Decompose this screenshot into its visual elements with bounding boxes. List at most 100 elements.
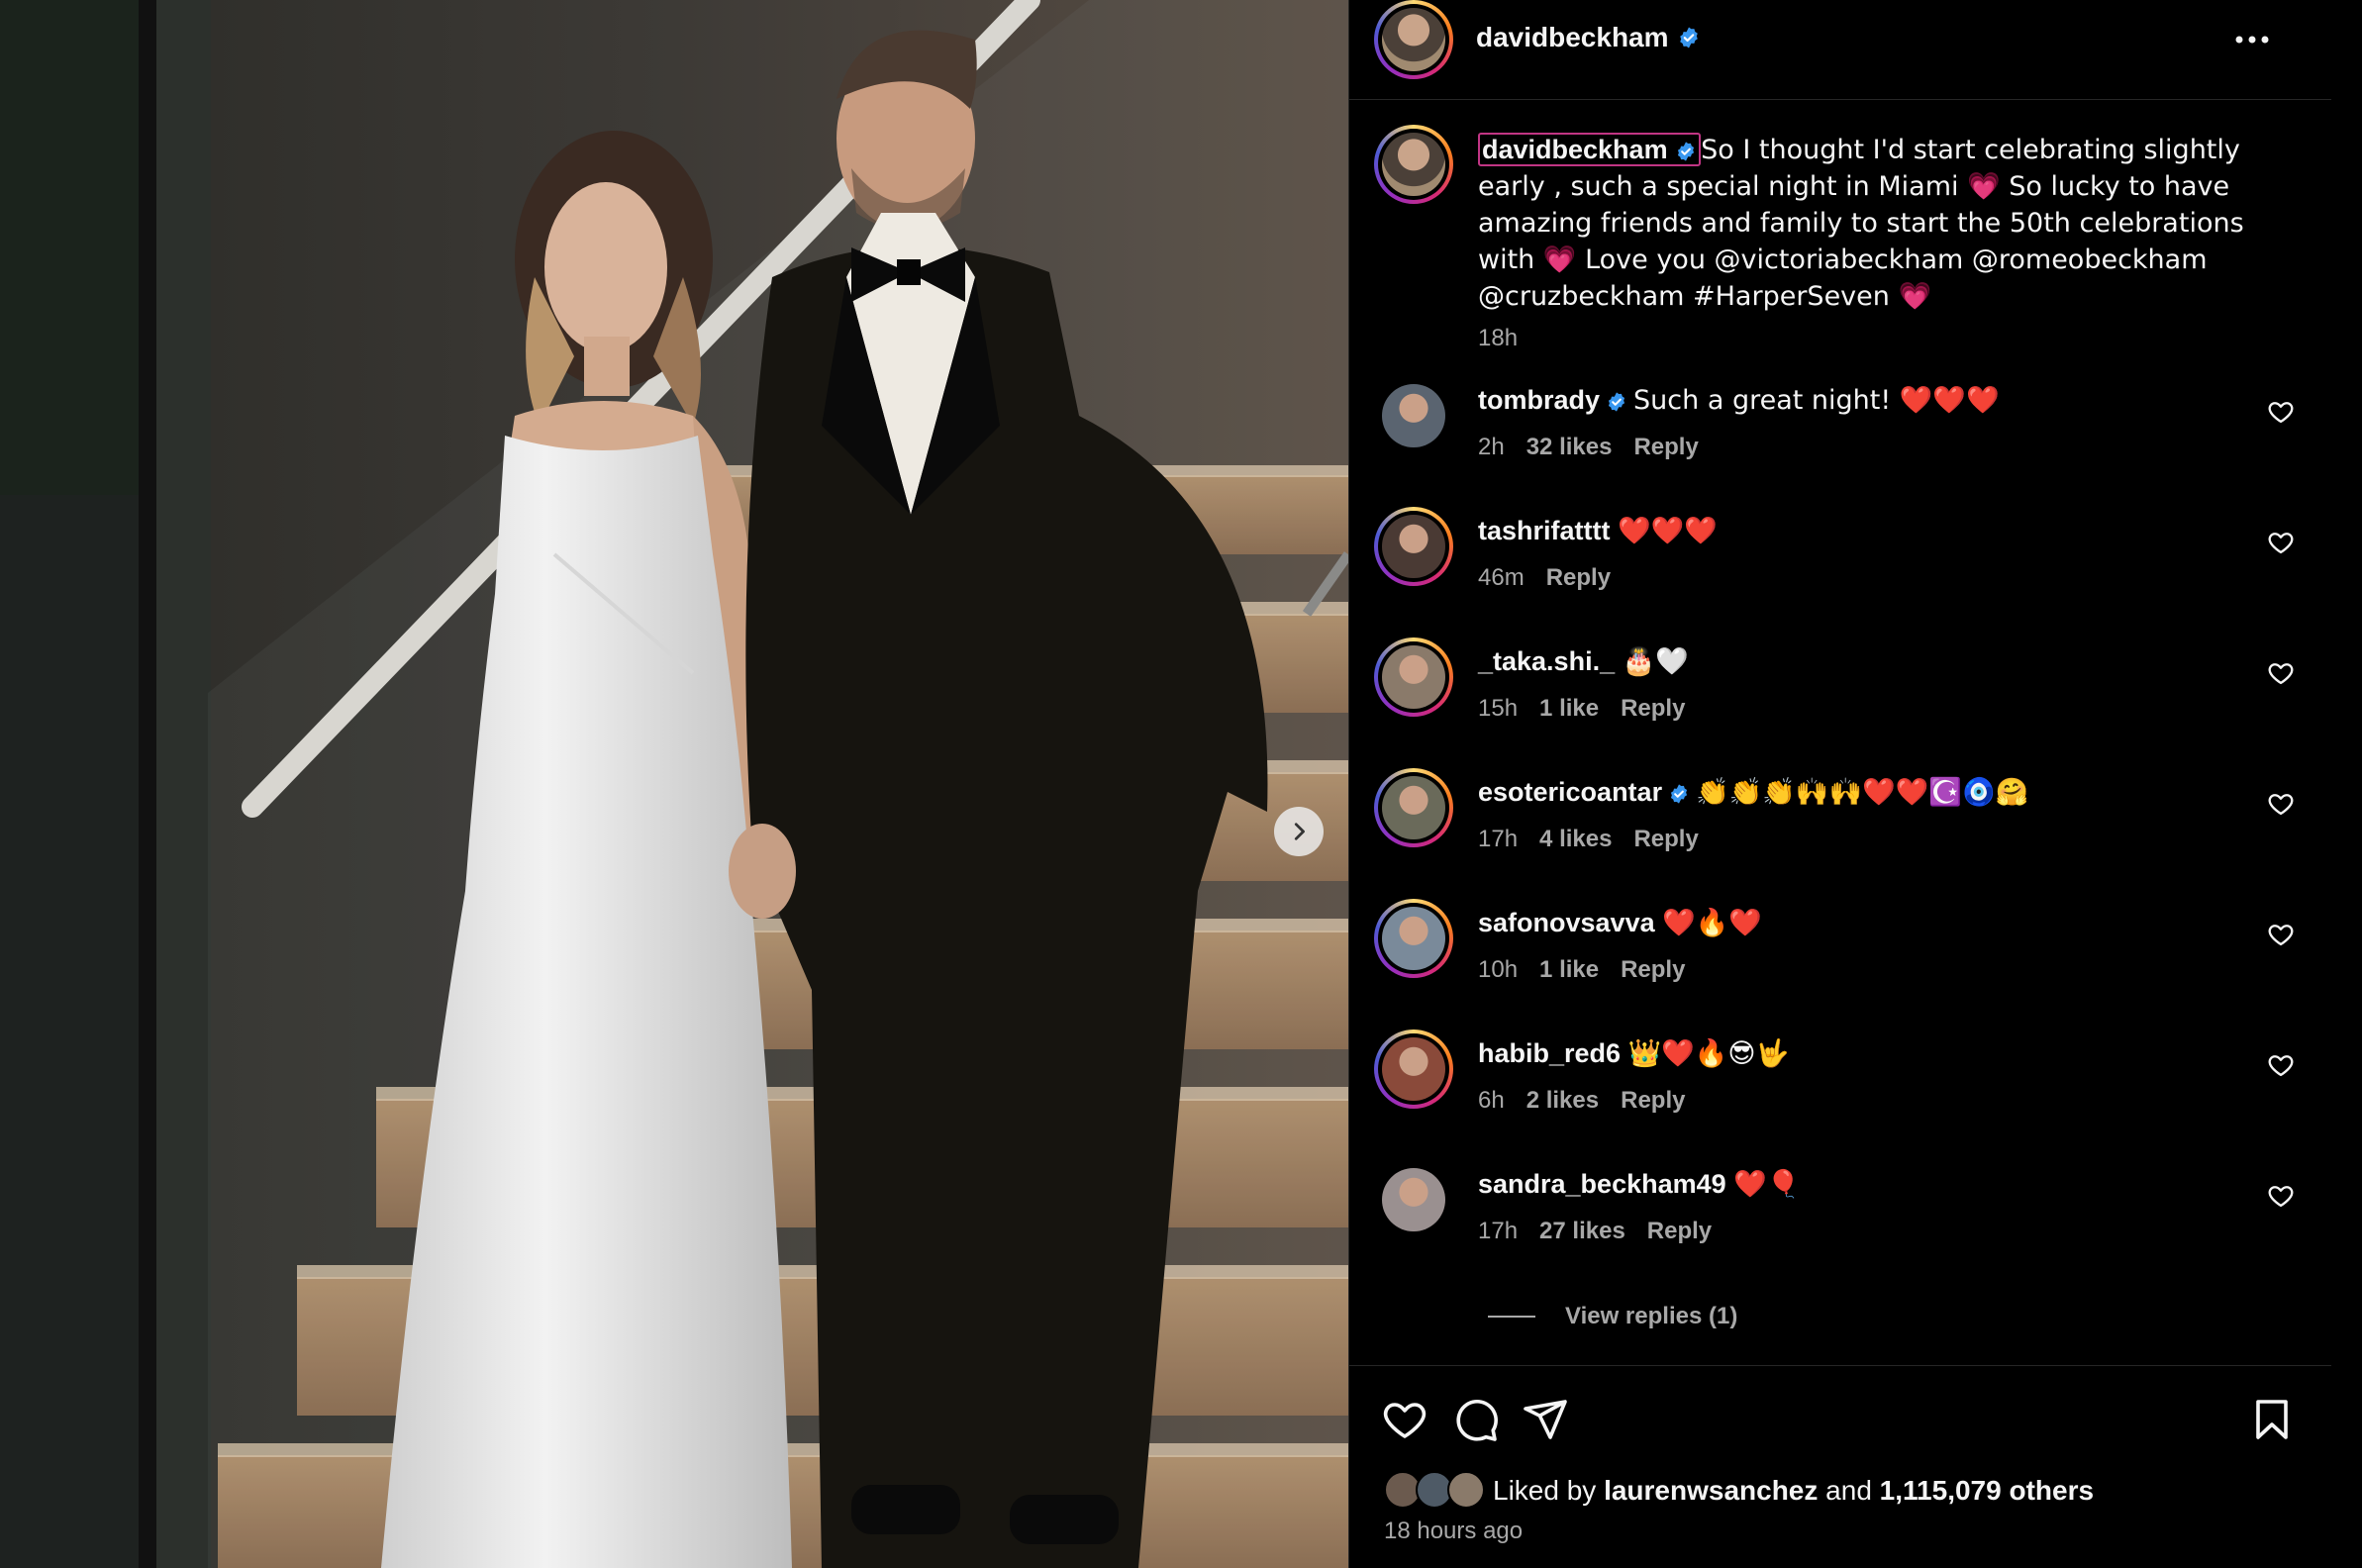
comment-username[interactable]: esotericoantar <box>1478 777 1662 807</box>
comment-body: ❤️❤️❤️ <box>1618 516 1718 546</box>
comment-body: 👑❤️🔥😎🤟 <box>1627 1038 1790 1069</box>
comment-bubble-icon[interactable] <box>1452 1396 1500 1443</box>
comment-row: _taka.shi._ 🎂🤍 15h 1 like Reply <box>1349 637 2332 768</box>
comment-username[interactable]: sandra_beckham49 <box>1478 1169 1726 1199</box>
comment-text-line: sandra_beckham49 ❤️🎈 <box>1478 1166 1800 1203</box>
comment-time[interactable]: 15h <box>1478 695 1518 723</box>
comment-like-heart-icon[interactable] <box>2267 1051 2295 1079</box>
comment-username[interactable]: tashrifatttt <box>1478 516 1611 545</box>
comment-row: esotericoantar 👏👏👏🙌🙌❤️❤️☪️🧿🤗 17h 4 likes Rep… <box>1349 768 2332 899</box>
comment-row: tombrady Such a great night! ❤️❤️❤️ 2h 32 l… <box>1349 376 2332 507</box>
comment-meta: 15h 1 like Reply <box>1478 695 1685 723</box>
post-timestamp[interactable]: 18 hours ago <box>1384 1518 1523 1545</box>
comment-likes[interactable]: 1 like <box>1539 695 1599 723</box>
comment-like-heart-icon[interactable] <box>2267 398 2295 426</box>
caption-timestamp[interactable]: 18h <box>1478 325 1518 352</box>
author-avatar <box>1382 8 1445 71</box>
comment-body: ❤️🎈 <box>1733 1169 1801 1200</box>
reply-button[interactable]: Reply <box>1633 434 1698 461</box>
comment-body: 🎂🤍 <box>1622 646 1689 677</box>
comment-time[interactable]: 17h <box>1478 826 1518 853</box>
comment-username[interactable]: tombrady <box>1478 385 1600 415</box>
comment-row: safonovsavva ❤️🔥❤️ 10h 1 like Reply <box>1349 899 2332 1029</box>
comment-avatar[interactable] <box>1382 1168 1445 1231</box>
verified-badge-icon <box>1608 392 1625 412</box>
comment-avatar <box>1382 1037 1445 1101</box>
comment-time[interactable]: 46m <box>1478 564 1525 592</box>
reply-button[interactable]: Reply <box>1647 1218 1712 1245</box>
comment-text-line: _taka.shi._ 🎂🤍 <box>1478 643 1689 680</box>
comment-like-heart-icon[interactable] <box>2267 659 2295 687</box>
caption-avatar <box>1382 133 1445 196</box>
comment-likes[interactable]: 1 like <box>1539 956 1599 984</box>
comment-meta: 2h 32 likes Reply <box>1478 434 1699 461</box>
post-media[interactable] <box>0 0 1348 1568</box>
comment-time[interactable]: 2h <box>1478 434 1505 461</box>
comment-like-heart-icon[interactable] <box>2267 1182 2295 1210</box>
paper-plane-icon[interactable] <box>1522 1396 1569 1443</box>
comment-meta: 17h 27 likes Reply <box>1478 1218 1712 1245</box>
bookmark-icon[interactable] <box>2248 1396 2296 1443</box>
comment-row: habib_red6 👑❤️🔥😎🤟 6h 2 likes Reply <box>1349 1029 2332 1160</box>
comment-likes[interactable]: 2 likes <box>1526 1087 1599 1115</box>
view-replies-label: View replies (1) <box>1565 1303 1738 1329</box>
caption-username[interactable]: davidbeckham <box>1478 133 1702 166</box>
comment-body: 👏👏👏🙌🙌❤️❤️☪️🧿🤗 <box>1696 777 2029 808</box>
reply-button[interactable]: Reply <box>1621 695 1685 723</box>
comment-time[interactable]: 17h <box>1478 1218 1518 1245</box>
comment-username[interactable]: habib_red6 <box>1478 1038 1621 1068</box>
comment-meta: 10h 1 like Reply <box>1478 956 1685 984</box>
next-photo-button[interactable] <box>1274 807 1324 856</box>
comment-body: ❤️🔥❤️ <box>1662 908 1762 938</box>
comment-username[interactable]: safonovsavva <box>1478 908 1655 937</box>
comment-like-heart-icon[interactable] <box>2267 790 2295 818</box>
comment-avatar <box>1382 907 1445 970</box>
reply-button[interactable]: Reply <box>1621 956 1685 984</box>
comment-time[interactable]: 10h <box>1478 956 1518 984</box>
reply-button[interactable]: Reply <box>1633 826 1698 853</box>
liked-by-others[interactable]: 1,115,079 others <box>1880 1475 2094 1507</box>
comment-meta: 46m Reply <box>1478 564 1611 592</box>
liked-by-row: Liked by laurenwsanchez and 1,115,079 ot… <box>1384 1471 2094 1511</box>
post-photo <box>0 0 1348 1568</box>
liked-by-and: and <box>1825 1475 1872 1506</box>
comment-username[interactable]: _taka.shi._ <box>1478 646 1615 676</box>
more-options-icon <box>2235 36 2269 44</box>
liked-by-avatars[interactable] <box>1384 1471 1489 1511</box>
comment-avatar <box>1382 645 1445 709</box>
comment-text-line: esotericoantar 👏👏👏🙌🙌❤️❤️☪️🧿🤗 <box>1478 774 2028 811</box>
reply-button[interactable]: Reply <box>1621 1087 1685 1115</box>
comment-text-line: habib_red6 👑❤️🔥😎🤟 <box>1478 1035 1789 1072</box>
author-username[interactable]: davidbeckham <box>1476 22 1669 53</box>
comment-likes[interactable]: 4 likes <box>1539 826 1612 853</box>
caption-text: davidbeckham So I thought I'd start cele… <box>1478 132 2290 315</box>
comment-avatar[interactable] <box>1382 384 1445 447</box>
caption-story-ring[interactable] <box>1374 125 1453 204</box>
comment-time[interactable]: 6h <box>1478 1087 1505 1115</box>
comment-text-line: tombrady Such a great night! ❤️❤️❤️ <box>1478 382 2000 419</box>
liker-avatar <box>1447 1471 1485 1509</box>
comment-body: Such a great night! ❤️❤️❤️ <box>1633 385 2000 416</box>
action-bar: Liked by laurenwsanchez and 1,115,079 ot… <box>1349 1365 2332 1568</box>
comment-likes[interactable]: 32 likes <box>1526 434 1613 461</box>
comment-like-heart-icon[interactable] <box>2267 921 2295 948</box>
comment-story-ring[interactable] <box>1374 768 1453 847</box>
heart-icon[interactable] <box>1381 1396 1428 1443</box>
comment-story-ring[interactable] <box>1374 507 1453 586</box>
comment-avatar <box>1382 515 1445 578</box>
scrollbar[interactable] <box>2331 0 2362 1568</box>
comment-meta: 17h 4 likes Reply <box>1478 826 1699 853</box>
comment-likes[interactable]: 27 likes <box>1539 1218 1625 1245</box>
liked-by-user[interactable]: laurenwsanchez <box>1604 1475 1818 1507</box>
comment-story-ring[interactable] <box>1374 637 1453 717</box>
more-options-button[interactable] <box>2222 22 2282 57</box>
author-story-ring[interactable] <box>1374 0 1453 79</box>
post-side-panel: davidbeckham davidbeckham So I thought I… <box>1348 0 2362 1568</box>
reply-button[interactable]: Reply <box>1546 564 1611 592</box>
comment-like-heart-icon[interactable] <box>2267 529 2295 556</box>
post-view: davidbeckham davidbeckham So I thought I… <box>0 0 2362 1568</box>
view-replies-button[interactable]: View replies (1) <box>1488 1303 1737 1330</box>
comment-story-ring[interactable] <box>1374 1029 1453 1109</box>
comment-story-ring[interactable] <box>1374 899 1453 978</box>
comment-text-line: tashrifatttt ❤️❤️❤️ <box>1478 513 1718 549</box>
